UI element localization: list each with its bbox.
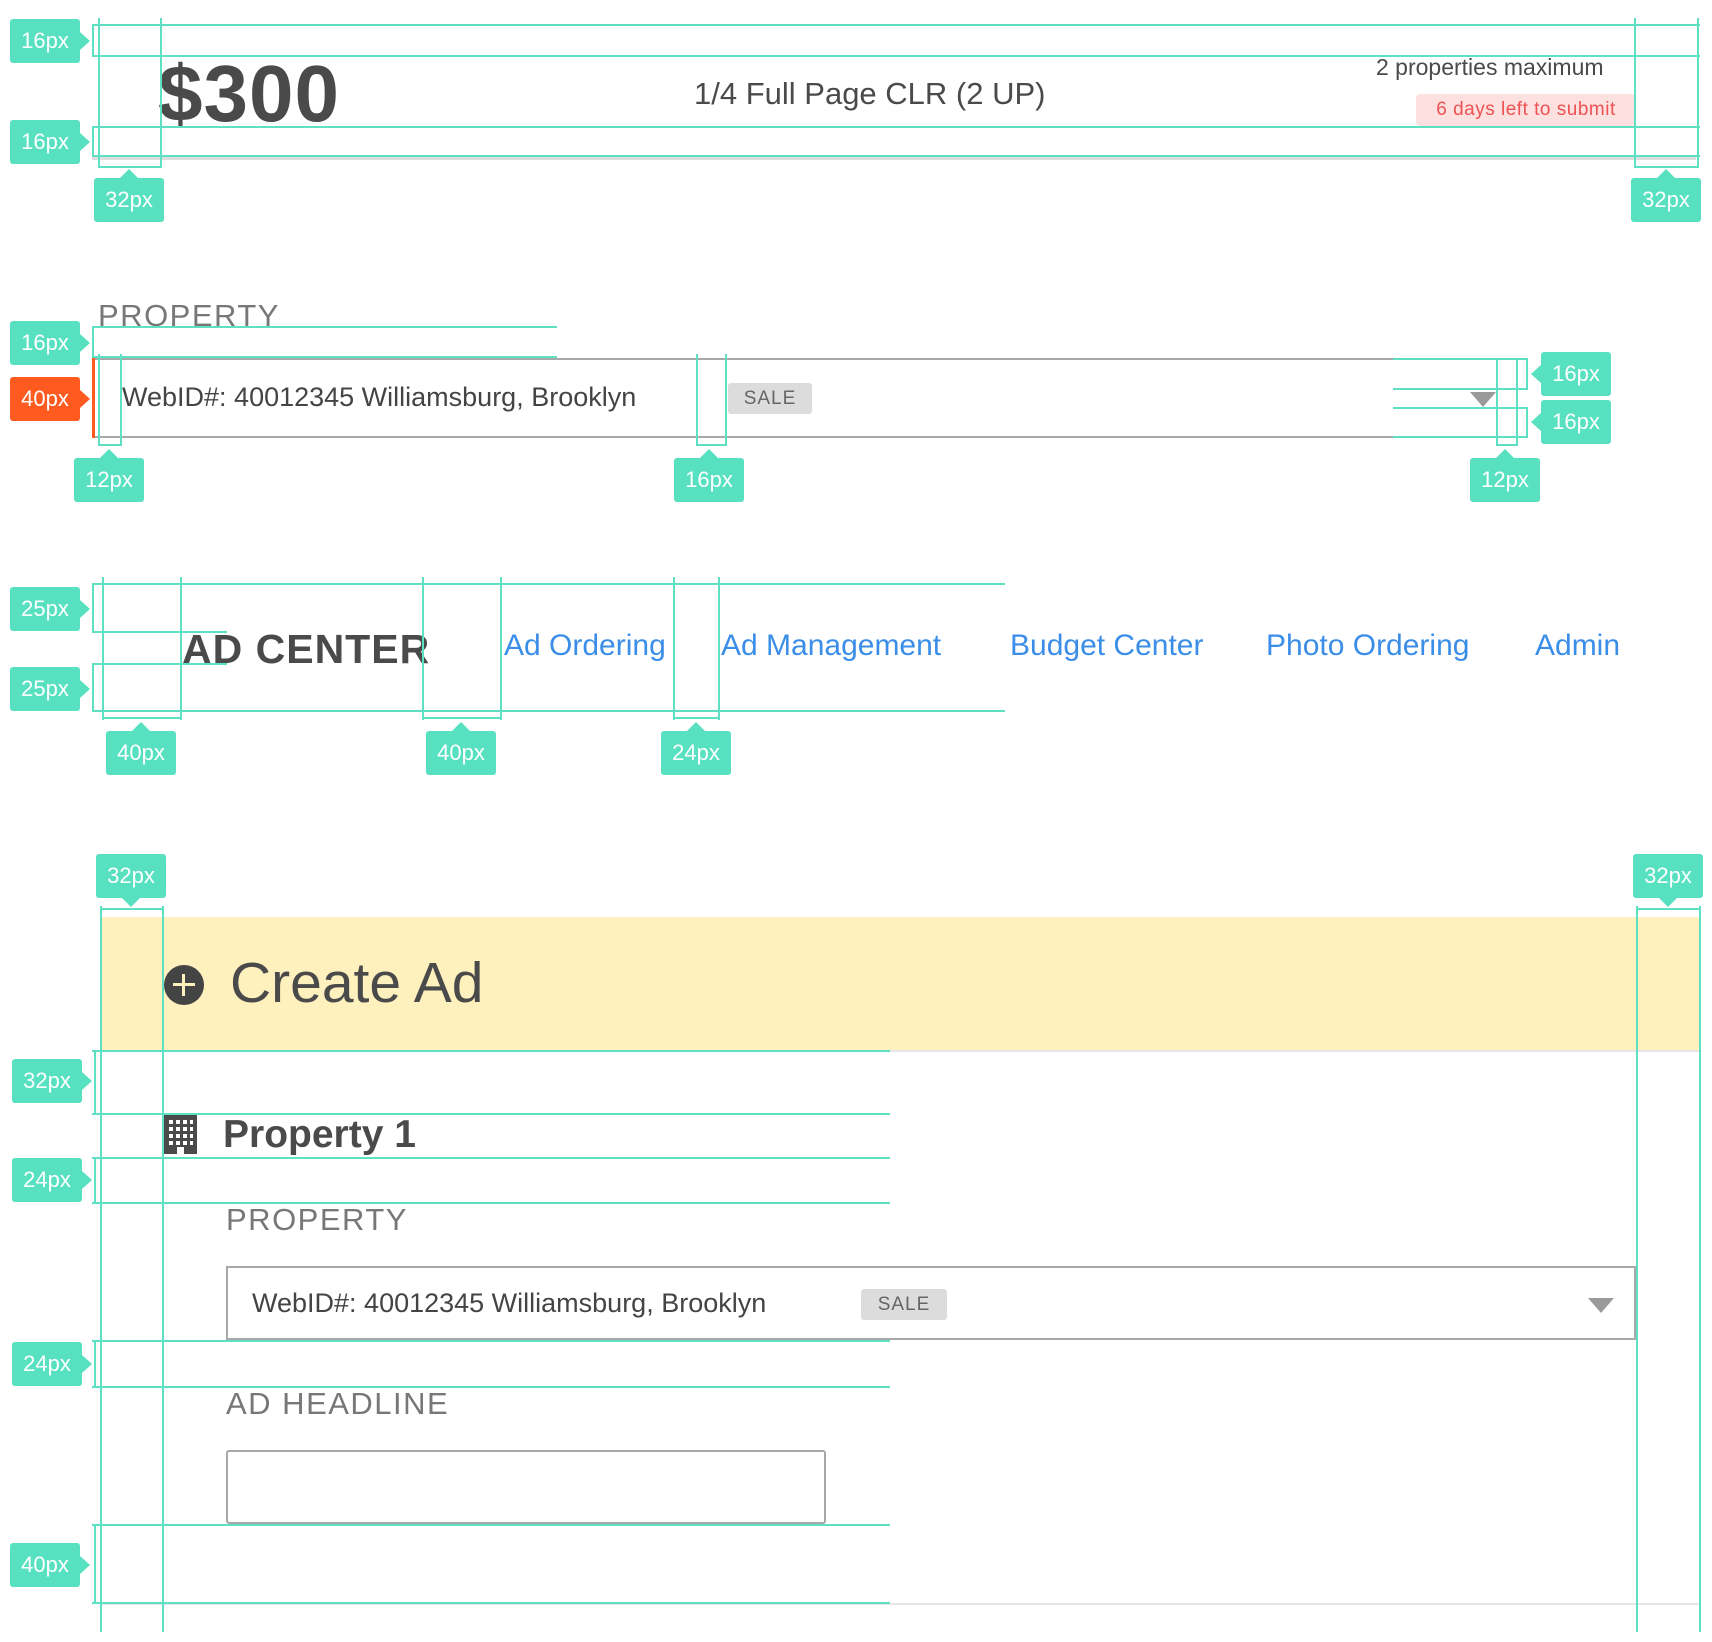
chevron-down-icon[interactable] <box>1588 1298 1614 1313</box>
spacing-badge: 16px <box>1531 400 1611 444</box>
property-section-title: Property 1 <box>223 1113 416 1156</box>
chevron-down-icon[interactable] <box>1470 392 1496 407</box>
spacing-badge: 32px <box>96 854 166 907</box>
spacing-badge: 40px <box>10 1543 90 1587</box>
brand-logo[interactable]: AD CENTER <box>182 626 430 673</box>
spacing-badge: 16px <box>10 19 90 63</box>
price-card-divider <box>92 157 1696 160</box>
spacing-badge: 32px <box>1631 169 1701 222</box>
spacing-badge: 12px <box>74 449 144 502</box>
nav-link-photo-ordering[interactable]: Photo Ordering <box>1266 629 1469 663</box>
sale-badge: SALE <box>728 383 812 414</box>
spacing-badge: 25px <box>10 667 90 711</box>
sale-badge: SALE <box>861 1289 947 1320</box>
spacing-badge: 32px <box>12 1059 92 1103</box>
deadline-badge: 6 days left to submit <box>1416 94 1636 126</box>
ad-headline-label: AD HEADLINE <box>226 1386 450 1421</box>
create-ad-title: Create Ad <box>230 951 484 1015</box>
nav-link-ad-management[interactable]: Ad Management <box>721 629 941 663</box>
property-select-value: WebID#: 40012345 Williamsburg, Brooklyn <box>122 382 637 412</box>
spacing-badge: 24px <box>12 1342 92 1386</box>
ad-size-label: 1/4 Full Page CLR (2 UP) <box>694 76 1046 111</box>
nav-link-admin[interactable]: Admin <box>1535 629 1620 663</box>
spacing-badge: 40px <box>426 722 496 775</box>
spacing-badge: 16px <box>10 321 90 365</box>
spacing-badge: 40px <box>10 377 90 421</box>
spacing-badge: 16px <box>10 120 90 164</box>
spacing-badge: 32px <box>1633 854 1703 907</box>
building-icon <box>164 1115 197 1154</box>
spacing-badge: 16px <box>674 449 744 502</box>
property-label: PROPERTY <box>98 298 280 333</box>
property-label: PROPERTY <box>226 1202 408 1237</box>
spacing-badge: 16px <box>1531 352 1611 396</box>
spacing-badge: 24px <box>12 1158 92 1202</box>
spacing-badge: 24px <box>661 722 731 775</box>
ad-headline-input[interactable] <box>226 1450 826 1524</box>
property-select-value: WebID#: 40012345 Williamsburg, Brooklyn <box>252 1288 767 1318</box>
nav-link-ad-ordering[interactable]: Ad Ordering <box>504 629 666 663</box>
plus-circle-icon[interactable] <box>164 965 204 1005</box>
spacing-badge: 32px <box>94 169 164 222</box>
spacing-badge: 12px <box>1470 449 1540 502</box>
nav-link-budget-center[interactable]: Budget Center <box>1010 629 1203 663</box>
max-properties-label: 2 properties maximum <box>1376 54 1604 80</box>
spacing-badge: 40px <box>106 722 176 775</box>
spacing-badge: 25px <box>10 587 90 631</box>
